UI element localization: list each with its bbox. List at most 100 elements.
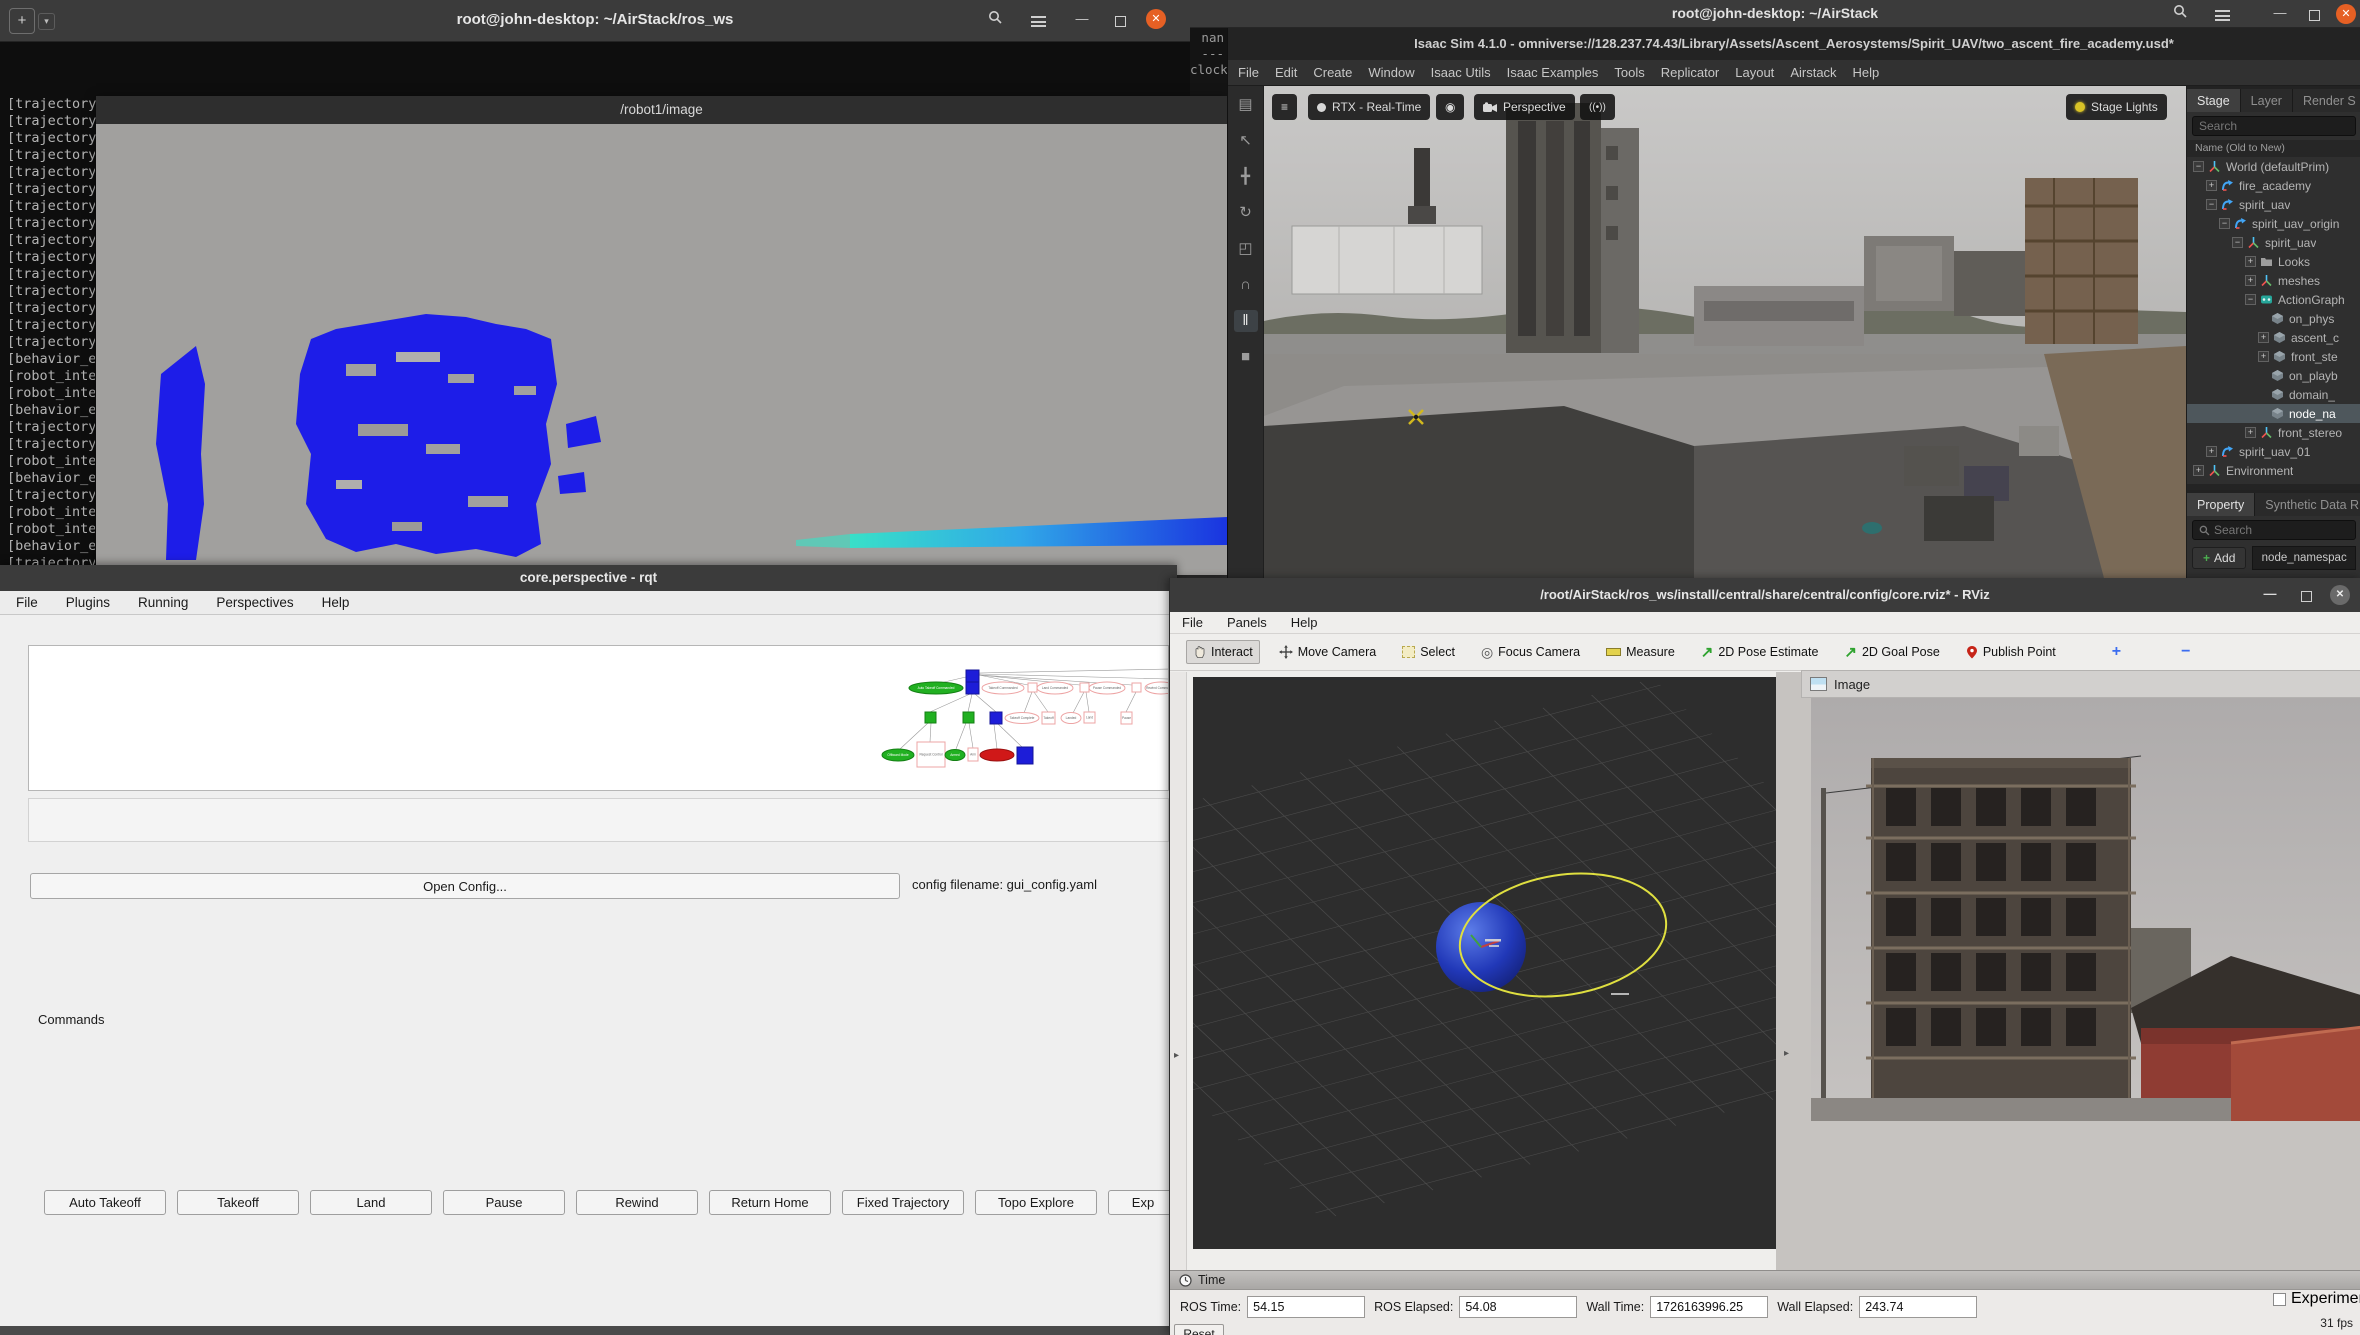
maximize-button[interactable] xyxy=(2296,585,2316,605)
expand-icon[interactable]: + xyxy=(2245,256,2256,267)
property-panel-tab[interactable]: Property xyxy=(2187,493,2256,516)
viewport-options-icon[interactable]: ≡ xyxy=(1272,94,1298,120)
command-button[interactable]: Return Home xyxy=(709,1190,831,1215)
measure-tool-button[interactable]: Measure xyxy=(1599,640,1682,664)
renderer-select[interactable]: RTX - Real-Time xyxy=(1308,94,1431,120)
stage-tree-item[interactable]: − spirit_uav_origin xyxy=(2187,214,2360,233)
stage-tree-item[interactable]: + fire_academy xyxy=(2187,176,2360,195)
isaac-menu-item[interactable]: Isaac Utils xyxy=(1431,65,1491,80)
stage-panel-tab[interactable]: Layer xyxy=(2240,89,2293,112)
search-icon[interactable] xyxy=(2170,4,2190,24)
behavior-tree-canvas[interactable]: Auto Takeoff Commanded Takeoff Commanded L… xyxy=(28,645,1169,791)
add-property-button[interactable]: + Add xyxy=(2192,547,2247,569)
stop-button-icon[interactable]: ■ xyxy=(1234,346,1258,368)
stage-panel-tab[interactable]: Stage xyxy=(2187,89,2241,112)
isaac-menu-item[interactable]: File xyxy=(1238,65,1259,80)
rviz-menu-item[interactable]: Help xyxy=(1291,615,1318,630)
rqt-menu-item[interactable]: Perspectives xyxy=(216,595,293,610)
expand-arrow-icon[interactable]: ▸ xyxy=(1784,1048,1789,1059)
stage-tree-item[interactable]: + Looks xyxy=(2187,252,2360,271)
image-panel-header[interactable]: Image xyxy=(1801,670,2360,698)
rqt-menu-item[interactable]: File xyxy=(16,595,38,610)
expand-icon[interactable]: + xyxy=(2245,427,2256,438)
rviz-3d-view[interactable] xyxy=(953,677,2023,1249)
stage-tree-item[interactable]: − ActionGraph xyxy=(2187,290,2360,309)
publish-point-tool-button[interactable]: Publish Point xyxy=(1959,640,2063,664)
expand-icon[interactable]: + xyxy=(2206,446,2217,457)
expand-icon[interactable]: + xyxy=(2193,465,2204,476)
command-button[interactable]: Rewind xyxy=(576,1190,698,1215)
stage-tree-item[interactable]: + meshes xyxy=(2187,271,2360,290)
select-cursor-icon[interactable]: ↖ xyxy=(1234,130,1258,152)
property-panel-tab[interactable]: Synthetic Data R... xyxy=(2255,493,2360,516)
time-field-value[interactable]: 54.15 xyxy=(1247,1296,1366,1318)
expand-arrow-icon[interactable]: ▸ xyxy=(1174,1050,1179,1061)
maximize-button[interactable] xyxy=(2304,4,2324,24)
isaac-menu-item[interactable]: Isaac Examples xyxy=(1507,65,1599,80)
move-tool-icon[interactable]: ╋ xyxy=(1234,166,1258,188)
goal-pose-tool-button[interactable]: ↗ 2D Goal Pose xyxy=(1837,638,1946,666)
rqt-menu-item[interactable]: Running xyxy=(138,595,188,610)
reset-button[interactable]: Reset xyxy=(1174,1324,1224,1335)
command-button[interactable]: Topo Explore xyxy=(975,1190,1097,1215)
command-button[interactable]: Pause xyxy=(443,1190,565,1215)
isaac-titlebar[interactable]: Isaac Sim 4.1.0 - omniverse://128.237.74… xyxy=(1228,28,2360,60)
isaac-menu-item[interactable]: Layout xyxy=(1735,65,1774,80)
select-tool-button[interactable]: Select xyxy=(1395,640,1462,664)
layers-icon[interactable]: ▤ xyxy=(1234,94,1258,116)
interact-tool-button[interactable]: Interact xyxy=(1186,640,1260,664)
isaac-menu-item[interactable]: Create xyxy=(1313,65,1352,80)
expand-icon[interactable]: + xyxy=(2258,351,2269,362)
command-button[interactable]: Takeoff xyxy=(177,1190,299,1215)
rqt-menu-item[interactable]: Plugins xyxy=(66,595,110,610)
close-button[interactable]: ✕ xyxy=(1146,9,1166,29)
menu-icon[interactable] xyxy=(2212,4,2232,24)
pose-estimate-tool-button[interactable]: ↗ 2D Pose Estimate xyxy=(1694,638,1826,666)
isaac-menu-item[interactable]: Edit xyxy=(1275,65,1297,80)
minimize-button[interactable]: — xyxy=(2260,585,2280,605)
minimize-button[interactable]: — xyxy=(1072,10,1092,30)
displays-panel-collapsed[interactable]: ▸ xyxy=(1170,672,1187,1270)
maximize-button[interactable] xyxy=(1110,10,1130,30)
isaac-viewport[interactable]: ≡ RTX - Real-Time ◉ Perspective ((•)) St… xyxy=(1264,86,2186,578)
stage-tree-item[interactable]: + spirit_uav_01 xyxy=(2187,442,2360,461)
minimize-button[interactable]: — xyxy=(2270,4,2290,24)
command-button[interactable]: Fixed Trajectory xyxy=(842,1190,964,1215)
stage-tree-item[interactable]: + front_ste xyxy=(2187,347,2360,366)
collapse-icon[interactable]: − xyxy=(2206,199,2217,210)
collapse-icon[interactable]: − xyxy=(2232,237,2243,248)
close-button[interactable]: ✕ xyxy=(2330,585,2350,605)
command-button[interactable]: Land xyxy=(310,1190,432,1215)
stage-tree-item[interactable]: − spirit_uav xyxy=(2187,233,2360,252)
time-panel-header[interactable]: Time xyxy=(1170,1270,2360,1290)
isaac-menu-item[interactable]: Tools xyxy=(1614,65,1644,80)
snap-tool-icon[interactable]: ∩ xyxy=(1234,274,1258,296)
robot1-image-titlebar[interactable]: /robot1/image xyxy=(96,96,1227,124)
stage-tree-item[interactable]: + Environment xyxy=(2187,461,2360,480)
expand-icon[interactable]: + xyxy=(2245,275,2256,286)
stage-search-input[interactable]: Search xyxy=(2192,116,2356,136)
isaac-menu-item[interactable]: Airstack xyxy=(1790,65,1836,80)
time-field-value[interactable]: 1726163996.25 xyxy=(1650,1296,1769,1318)
stage-tree-item[interactable]: + front_stereo xyxy=(2187,423,2360,442)
stage-tree-item[interactable]: + ascent_c xyxy=(2187,328,2360,347)
focus-camera-tool-button[interactable]: ◎ Focus Camera xyxy=(1474,639,1587,666)
terminal-titlebar[interactable]: + ▾ root@john-desktop: ~/AirStack/ros_ws… xyxy=(0,0,1190,42)
open-config-button[interactable]: Open Config... xyxy=(30,873,900,899)
stage-tree-item[interactable]: − spirit_uav xyxy=(2187,195,2360,214)
rotate-tool-icon[interactable]: ↻ xyxy=(1234,202,1258,224)
add-tool-button[interactable]: + xyxy=(2105,638,2128,666)
command-button[interactable]: Exp xyxy=(1108,1190,1174,1215)
camera-select[interactable]: Perspective xyxy=(1474,94,1575,120)
stage-tree-item[interactable]: − World (defaultPrim) xyxy=(2187,157,2360,176)
isaac-menu-item[interactable]: Help xyxy=(1853,65,1880,80)
rviz-titlebar[interactable]: /root/AirStack/ros_ws/install/central/sh… xyxy=(1170,578,2360,612)
stage-tree-item[interactable]: on_playb xyxy=(2187,366,2360,385)
rviz-menu-item[interactable]: Panels xyxy=(1227,615,1267,630)
property-name-field[interactable]: node_namespac xyxy=(2252,546,2356,570)
time-field-value[interactable]: 54.08 xyxy=(1459,1296,1578,1318)
broadcast-icon[interactable]: ((•)) xyxy=(1580,94,1615,120)
time-field-value[interactable]: 243.74 xyxy=(1859,1296,1978,1318)
collapse-icon[interactable]: − xyxy=(2245,294,2256,305)
stage-lights-button[interactable]: Stage Lights xyxy=(2066,94,2167,120)
